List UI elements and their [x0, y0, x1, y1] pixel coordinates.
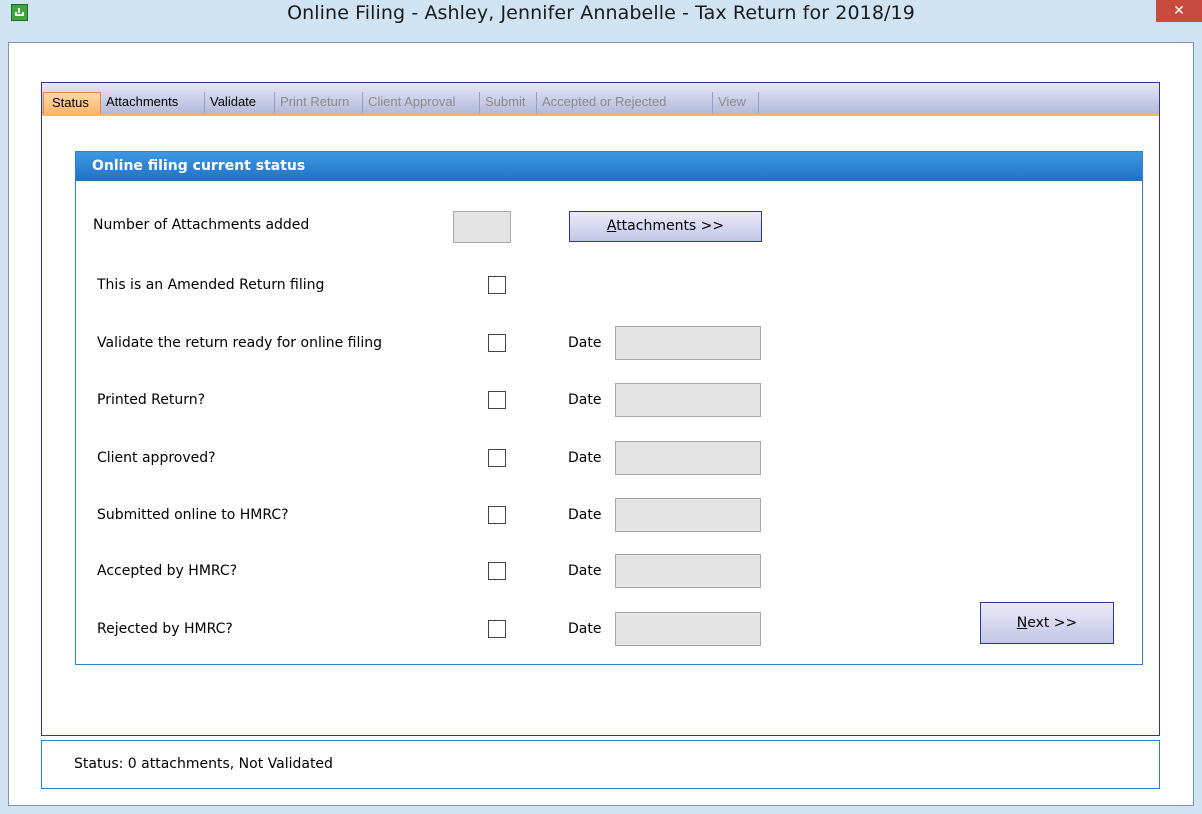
attachments-button-label: ttachments >> [616, 218, 725, 234]
tab-client-approval[interactable]: Client Approval [364, 92, 480, 114]
tab-status[interactable]: Status [43, 92, 101, 114]
amended-return-label: This is an Amended Return filing [97, 277, 325, 293]
close-button[interactable]: ✕ [1156, 0, 1202, 22]
validate-checkbox[interactable] [488, 334, 506, 352]
amended-return-checkbox[interactable] [488, 276, 506, 294]
client-approved-label: Client approved? [97, 450, 216, 466]
tab-view[interactable]: View [714, 92, 759, 114]
validate-date-label: Date [568, 335, 602, 351]
group-header: Online filing current status [76, 152, 1142, 181]
tab-strip: Status Attachments Validate Print Return… [42, 83, 1159, 116]
attachments-button[interactable]: Attachments >> [569, 211, 762, 242]
printed-return-label: Printed Return? [97, 392, 206, 408]
tab-accepted-or-rejected[interactable]: Accepted or Rejected [538, 92, 713, 114]
submitted-date-field [615, 498, 761, 532]
tab-print-return[interactable]: Print Return [276, 92, 363, 114]
attachments-button-hotkey: A [606, 218, 617, 234]
attachments-count-label: Number of Attachments added [93, 217, 310, 233]
submitted-checkbox[interactable] [488, 506, 506, 524]
submitted-label: Submitted online to HMRC? [97, 507, 289, 523]
accepted-date-field [615, 554, 761, 588]
client-approved-date-label: Date [568, 450, 602, 466]
submitted-date-label: Date [568, 507, 602, 523]
printed-date-field [615, 383, 761, 417]
next-button-label: ext >> [1027, 615, 1078, 631]
title-bar: Online Filing - Ashley, Jennifer Annabel… [0, 0, 1202, 42]
window-title: Online Filing - Ashley, Jennifer Annabel… [287, 2, 915, 24]
accepted-date-label: Date [568, 563, 602, 579]
status-text: Status: 0 attachments, Not Validated [74, 756, 333, 772]
client-approved-checkbox[interactable] [488, 449, 506, 467]
client-approved-date-field [615, 441, 761, 475]
rejected-date-field [615, 612, 761, 646]
rejected-checkbox[interactable] [488, 620, 506, 638]
validate-label: Validate the return ready for online fil… [97, 335, 383, 351]
accepted-checkbox[interactable] [488, 562, 506, 580]
tab-submit[interactable]: Submit [481, 92, 537, 114]
printed-return-checkbox[interactable] [488, 391, 506, 409]
next-button[interactable]: Next >> [980, 602, 1114, 644]
rejected-label: Rejected by HMRC? [97, 621, 233, 637]
validate-date-field [615, 326, 761, 360]
printed-date-label: Date [568, 392, 602, 408]
accepted-label: Accepted by HMRC? [97, 563, 238, 579]
tab-validate[interactable]: Validate [206, 92, 275, 114]
status-bar: Status: 0 attachments, Not Validated [41, 740, 1160, 789]
tab-attachments[interactable]: Attachments [102, 92, 205, 114]
attachments-count-field [453, 211, 511, 243]
rejected-date-label: Date [568, 621, 602, 637]
next-button-hotkey: N [1016, 615, 1028, 631]
